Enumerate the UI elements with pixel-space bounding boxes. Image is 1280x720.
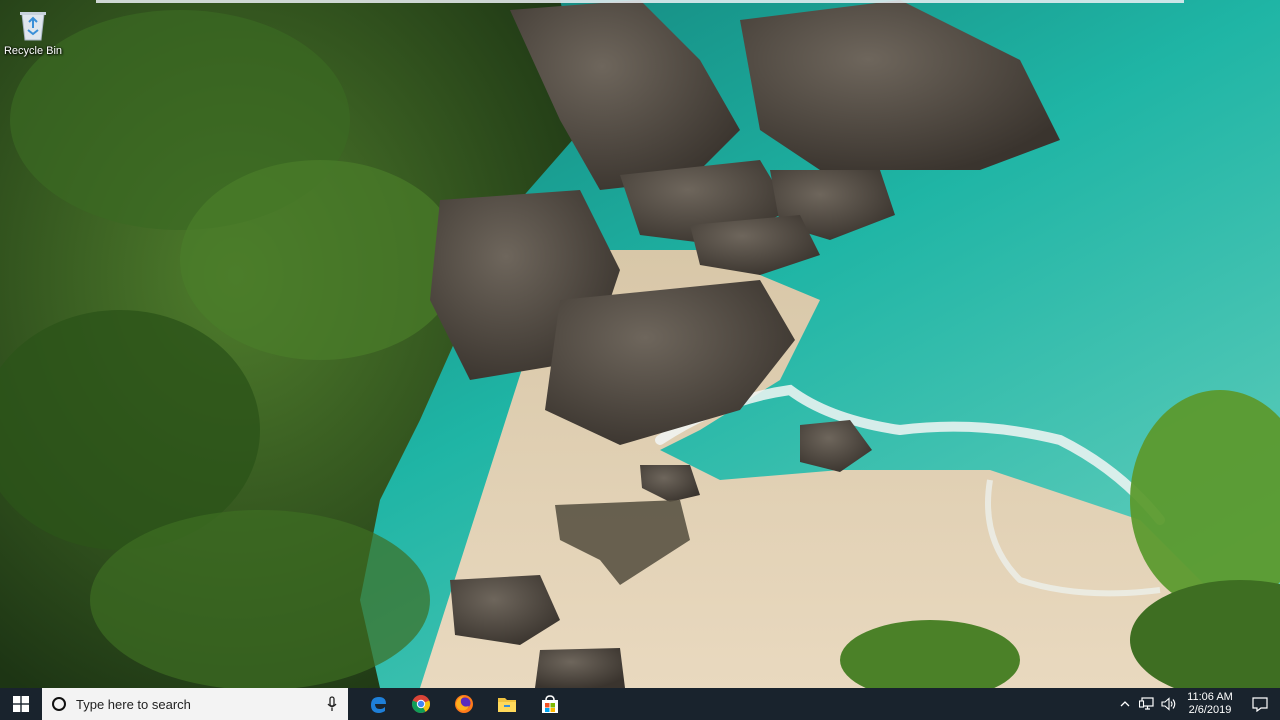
recycle-bin-desktop-icon[interactable]: Recycle Bin <box>4 6 62 62</box>
system-tray: 11:06 AM 2/6/2019 <box>1114 688 1280 720</box>
action-center-icon <box>1252 696 1268 712</box>
action-center-button[interactable] <box>1240 688 1280 720</box>
desktop-icon-label: Recycle Bin <box>3 45 63 57</box>
volume-icon[interactable] <box>1158 688 1180 720</box>
taskbar-chrome-button[interactable] <box>399 688 442 720</box>
microphone-icon[interactable] <box>324 695 340 713</box>
firefox-icon <box>454 695 473 713</box>
start-button[interactable] <box>0 688 42 720</box>
edge-icon <box>370 697 386 713</box>
clock-time: 11:06 AM <box>1187 691 1233 703</box>
wallpaper <box>0 0 1280 688</box>
recycle-bin-icon <box>20 12 46 41</box>
taskbar-firefox-button[interactable] <box>442 688 485 720</box>
taskbar: Type here to search 11:06 AM 2/6/2019 <box>0 688 1280 720</box>
clock-date: 2/6/2019 <box>1188 704 1232 716</box>
network-icon[interactable] <box>1136 688 1158 720</box>
pinned-apps <box>356 688 571 720</box>
window-edge-line <box>96 0 1184 3</box>
chrome-icon <box>411 695 430 714</box>
file-explorer-icon <box>497 698 516 712</box>
store-icon <box>541 695 558 713</box>
taskbar-store-button[interactable] <box>528 688 571 720</box>
taskbar-clock[interactable]: 11:06 AM 2/6/2019 <box>1180 688 1240 720</box>
desktop: Recycle Bin <box>0 0 1280 688</box>
taskbar-search-box[interactable]: Type here to search <box>42 688 348 720</box>
taskbar-edge-button[interactable] <box>356 688 399 720</box>
chevron-up-icon[interactable] <box>1114 688 1136 720</box>
taskbar-file-explorer-button[interactable] <box>485 688 528 720</box>
windows-logo-icon <box>13 696 29 712</box>
search-placeholder: Type here to search <box>76 696 191 712</box>
cortana-circle-icon <box>52 697 66 711</box>
